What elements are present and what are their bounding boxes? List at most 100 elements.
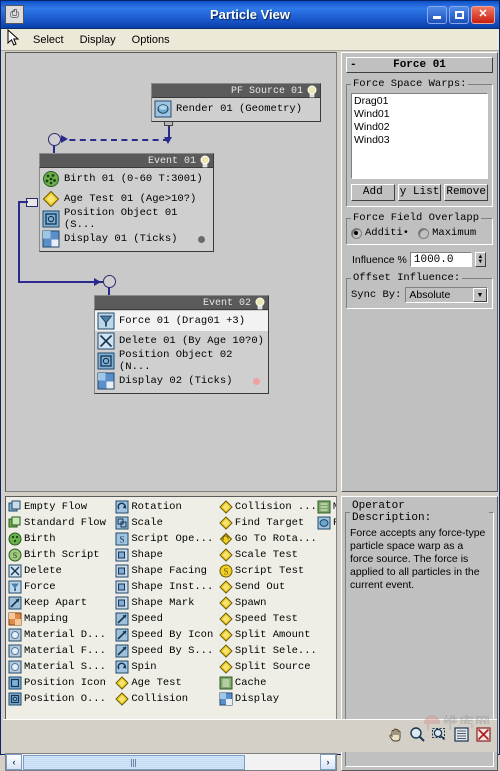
depot-item-speed-test[interactable]: Speed Test [219,611,317,627]
depot-panel[interactable]: Empty Flow Standard Flow Birth S Birth Sc… [5,496,337,751]
depot-item-birth[interactable]: Birth [8,531,115,547]
node-body-event-02: Force 01 (Drag01 +3) Delete 01 (By Age 1… [94,310,269,394]
node-row[interactable]: Force 01 (Drag01 +3) [95,311,268,331]
node-row[interactable]: Position Object 01 (S... [40,207,213,231]
depot-horizontal-scrollbar[interactable]: ‹ › [5,753,337,771]
node-event-02[interactable]: Event 02 Force 01 (Drag01 +3) Delete 01 … [94,295,269,394]
list-item[interactable]: Drag01 [354,95,485,108]
depot-item-send-out[interactable]: Send Out [219,579,317,595]
node-event-01[interactable]: Event 01 Birth 01 (0-60 T:3001) Age Test… [39,153,214,252]
depot-item-force[interactable]: Force [8,579,115,595]
depot-item-scale[interactable]: Scale [115,515,219,531]
radio-maximum[interactable] [418,227,430,239]
zoom-magnifier-icon[interactable] [407,724,427,744]
depot-item-shape[interactable]: Shape [115,547,219,563]
node-title-event-02[interactable]: Event 02 [94,295,269,310]
system-menu-icon[interactable]: ⎙ [5,5,24,24]
sync-by-row: Sync By: Absolute ▼ [351,287,488,303]
depot-item-position-object[interactable]: Position O... [8,691,115,707]
depot-item-material-static[interactable]: Material S... [8,659,115,675]
display-color-swatch[interactable] [253,377,260,385]
scroll-right-button[interactable]: › [320,754,336,770]
node-row[interactable]: Delete 01 (By Age 10?0) [95,331,268,351]
depot-item-clipped-1[interactable]: M [317,499,336,515]
node-row[interactable]: Render 01 (Geometry) [152,99,320,119]
depot-item-label: Collision ... [234,501,317,513]
close-button[interactable]: ✕ [471,5,495,24]
depot-item-split-amount[interactable]: Split Amount [219,627,317,643]
depot-item-material-dynamic[interactable]: Material D... [8,627,115,643]
depot-item-script-test[interactable]: S Script Test [219,563,317,579]
depot-item-shape-facing[interactable]: Shape Facing [115,563,219,579]
by-list-button[interactable]: y List [397,184,442,201]
influence-spinner[interactable]: ▲ ▼ [474,252,486,267]
depot-item-delete[interactable]: Delete [8,563,115,579]
depot-item-label: Force [24,581,56,593]
depot-item-collision[interactable]: Collision [115,691,219,707]
influence-input[interactable]: 1000.0 [409,252,472,267]
depot-item-find-target[interactable]: Find Target [219,515,317,531]
depot-item-display[interactable]: Display [219,691,317,707]
node-row[interactable]: Age Test 01 (Age>10?) [40,189,213,209]
particle-diagram-canvas[interactable]: PF Source 01 Render 01 (Geometry) Event … [5,52,337,492]
rollout-header-force-01[interactable]: - Force 01 [346,57,493,73]
minimize-button[interactable] [427,5,447,24]
display-color-swatch[interactable] [198,235,205,243]
lightbulb-icon[interactable] [306,85,318,98]
depot-item-spin[interactable]: Spin [115,659,219,675]
zoom-extents-selected-icon[interactable] [473,724,493,744]
depot-item-spawn[interactable]: Spawn [219,595,317,611]
depot-item-material-frequency[interactable]: Material F... [8,643,115,659]
lightbulb-icon[interactable] [254,297,266,310]
menu-select[interactable]: Select [25,32,72,48]
force-space-warps-list[interactable]: Drag01 Wind01 Wind02 Wind03 [351,93,488,179]
node-pf-source-01[interactable]: PF Source 01 Render 01 (Geometry) [151,83,321,122]
depot-item-collision-spawn[interactable]: Collision ... [219,499,317,515]
zoom-extents-icon[interactable] [451,724,471,744]
node-title-event-01[interactable]: Event 01 [39,153,214,168]
maximize-button[interactable] [449,5,469,24]
depot-item-go-to-rotation[interactable]: Go To Rota... [219,531,317,547]
node-row[interactable]: Display 01 (Ticks) [40,229,213,249]
depot-item-mapping[interactable]: Mapping [8,611,115,627]
menu-display[interactable]: Display [72,32,124,48]
depot-item-cache[interactable]: Cache [219,675,317,691]
remove-button[interactable]: Remove [444,184,489,201]
node-row[interactable]: Birth 01 (0-60 T:3001) [40,169,213,189]
depot-item-scale-test[interactable]: Scale Test [219,547,317,563]
node-row[interactable]: Position Object 02 (N... [95,349,268,373]
list-item[interactable]: Wind02 [354,121,485,134]
depot-item-age-test[interactable]: Age Test [115,675,219,691]
depot-item-shape-mark[interactable]: Shape Mark [115,595,219,611]
depot-item-shape-instance[interactable]: Shape Inst... [115,579,219,595]
radio-additive[interactable] [351,227,362,239]
depot-item-clipped-2[interactable]: F [317,515,336,531]
lightbulb-icon[interactable] [199,155,211,168]
add-button[interactable]: Add [351,184,395,201]
depot-item-keep-apart[interactable]: Keep Apart [8,595,115,611]
zoom-region-icon[interactable] [429,724,449,744]
depot-item-script-operator[interactable]: S Script Ope... [115,531,219,547]
rollout-collapse-toggle[interactable]: - [350,58,357,73]
depot-item-speed-by-surface[interactable]: Speed By S... [115,643,219,659]
list-item[interactable]: Wind03 [354,134,485,147]
menu-options[interactable]: Options [124,32,178,48]
sync-by-dropdown[interactable]: Absolute ▼ [405,287,488,303]
pan-hand-icon[interactable] [385,724,405,744]
scrollbar-thumb[interactable] [23,754,245,770]
list-item[interactable]: Wind01 [354,108,485,121]
depot-item-empty-flow[interactable]: Empty Flow [8,499,115,515]
depot-item-position-icon[interactable]: Position Icon [8,675,115,691]
depot-item-standard-flow[interactable]: Standard Flow [8,515,115,531]
depot-item-birth-script[interactable]: S Birth Script [8,547,115,563]
depot-item-split-selected[interactable]: Split Sele... [219,643,317,659]
scroll-left-button[interactable]: ‹ [6,754,22,770]
depot-item-speed-by-icon[interactable]: Speed By Icon [115,627,219,643]
depot-item-rotation[interactable]: Rotation [115,499,219,515]
depot-item-speed[interactable]: Speed [115,611,219,627]
node-row[interactable]: Display 02 (Ticks) [95,371,268,391]
depot-item-split-source[interactable]: Split Source [219,659,317,675]
node-title-pf-source-01[interactable]: PF Source 01 [151,83,321,98]
node-row-label: Position Object 01 (S... [64,207,178,231]
chevron-down-icon[interactable]: ▼ [473,288,487,302]
